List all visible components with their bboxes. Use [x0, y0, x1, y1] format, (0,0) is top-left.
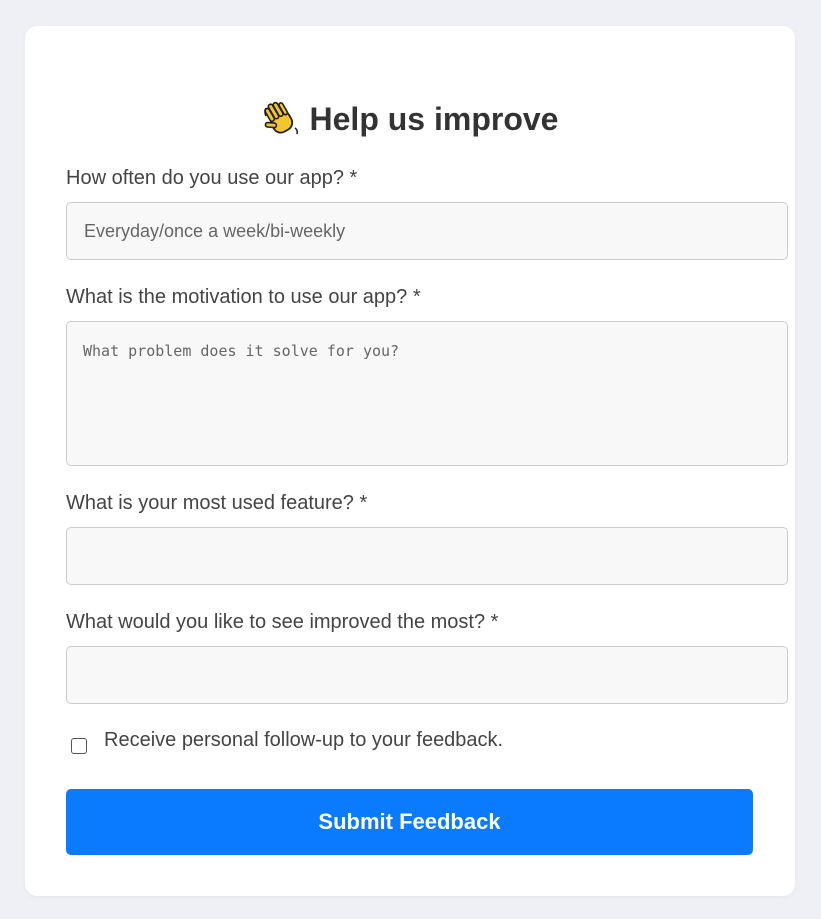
followup-checkbox[interactable]: [71, 738, 87, 754]
most-used-feature-input[interactable]: [66, 527, 788, 585]
improvement-input[interactable]: [66, 646, 788, 704]
question-motivation-label: What is the motivation to use our app? *: [66, 286, 421, 308]
title-row: Help us improve: [25, 100, 795, 138]
question-frequency-label: How often do you use our app? *: [66, 167, 358, 189]
waving-hand-icon: [262, 100, 300, 138]
submit-feedback-button[interactable]: Submit Feedback: [66, 789, 753, 855]
frequency-input[interactable]: [66, 202, 788, 260]
page-title: Help us improve: [309, 101, 559, 137]
followup-label: Receive personal follow-up to your feedb…: [104, 729, 504, 751]
feedback-card: Help us improve How often do you use our…: [25, 26, 795, 896]
question-improvement-label: What would you like to see improved the …: [66, 611, 499, 633]
question-feature-label: What is your most used feature? *: [66, 492, 368, 514]
motivation-textarea[interactable]: [66, 321, 788, 466]
